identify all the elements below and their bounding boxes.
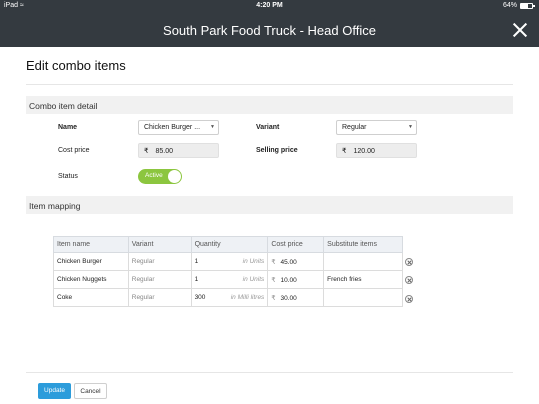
table-header-row: Item name Variant Quantity Cost price Su… <box>53 236 403 253</box>
substitute-cell[interactable] <box>323 252 403 271</box>
divider <box>26 84 513 85</box>
cost-price-cell[interactable]: ₹30.00 <box>267 288 325 307</box>
col-substitute-items: Substitute items <box>323 236 403 253</box>
battery-percent: 64% <box>502 2 517 9</box>
update-button[interactable]: Update <box>38 383 71 399</box>
item-mapping-header: Item mapping <box>26 196 513 214</box>
variant-select[interactable]: Regular ▼ <box>336 120 417 135</box>
quantity-unit: in Units <box>242 258 265 265</box>
item-name-cell: Coke <box>53 288 129 307</box>
substitute-cell[interactable]: French fries <box>323 270 403 289</box>
cost-price-label: Cost price <box>58 147 90 154</box>
status-toggle[interactable]: Active <box>138 169 182 184</box>
combo-detail-header: Combo item detail <box>26 96 513 114</box>
substitute-cell[interactable] <box>323 288 403 307</box>
status-bar: iPad ≈ 4:20 PM 64% <box>0 0 539 13</box>
nav-bar: South Park Food Truck - Head Office <box>0 13 539 47</box>
table-row: Chicken Burger Regular 1 in Units ₹45.00 <box>53 252 403 271</box>
remove-row-icon[interactable] <box>405 276 413 284</box>
variant-label: Variant <box>256 124 280 131</box>
rupee-icon: ₹ <box>144 148 149 155</box>
battery-status: 64% <box>502 2 535 9</box>
rupee-icon: ₹ <box>271 276 276 284</box>
quantity-cell[interactable]: 300 in Milli litres <box>190 288 269 307</box>
col-quantity: Quantity <box>190 236 269 253</box>
quantity-cell[interactable]: 1 in Units <box>190 270 269 289</box>
nav-title: South Park Food Truck - Head Office <box>163 23 376 38</box>
quantity-value: 300 <box>194 294 206 301</box>
rupee-icon: ₹ <box>271 294 276 302</box>
quantity-unit: in Milli litres <box>230 294 265 301</box>
close-icon[interactable] <box>511 21 529 39</box>
col-variant: Variant <box>127 236 192 253</box>
cost-value: 10.00 <box>280 276 297 284</box>
item-mapping-table: Item name Variant Quantity Cost price Su… <box>53 236 403 307</box>
name-select[interactable]: Chicken Burger ... ▼ <box>138 120 219 135</box>
variant-cell[interactable]: Regular <box>127 288 192 307</box>
variant-cell[interactable]: Regular <box>127 270 192 289</box>
item-name-cell: Chicken Burger <box>53 252 129 271</box>
cancel-button[interactable]: Cancel <box>74 383 107 399</box>
toggle-knob <box>168 170 181 183</box>
status-toggle-label: Active <box>145 172 163 179</box>
clock: 4:20 PM <box>256 2 283 9</box>
cost-price-cell[interactable]: ₹45.00 <box>267 252 325 271</box>
remove-row-icon[interactable] <box>405 295 413 303</box>
selling-price-field: ₹120.00 <box>336 143 417 158</box>
quantity-value: 1 <box>194 276 199 283</box>
cost-price-value: 85.00 <box>155 148 173 155</box>
rupee-icon: ₹ <box>342 148 347 155</box>
table-row: Chicken Nuggets Regular 1 in Units ₹10.00… <box>53 270 403 289</box>
quantity-cell[interactable]: 1 in Units <box>190 252 269 271</box>
page-title: Edit combo items <box>26 58 126 73</box>
quantity-unit: in Units <box>242 276 265 283</box>
rupee-icon: ₹ <box>271 258 276 266</box>
variant-select-value: Regular <box>342 124 367 131</box>
cost-price-field: ₹85.00 <box>138 143 219 158</box>
name-label: Name <box>58 124 78 131</box>
selling-price-value: 120.00 <box>353 148 375 155</box>
divider <box>26 372 513 373</box>
selling-price-label: Selling price <box>256 147 298 154</box>
item-name-cell: Chicken Nuggets <box>53 270 129 289</box>
status-label: Status <box>58 173 78 180</box>
battery-icon <box>520 2 535 9</box>
cost-value: 45.00 <box>280 258 297 266</box>
variant-cell[interactable]: Regular <box>127 252 192 271</box>
remove-row-icon[interactable] <box>405 258 413 266</box>
name-select-value: Chicken Burger ... <box>144 124 201 131</box>
cost-value: 30.00 <box>280 294 297 302</box>
caret-down-icon: ▼ <box>408 124 413 130</box>
col-item-name: Item name <box>53 236 129 253</box>
quantity-value: 1 <box>194 258 199 265</box>
cost-price-cell[interactable]: ₹10.00 <box>267 270 325 289</box>
col-cost-price: Cost price <box>267 236 325 253</box>
table-row: Coke Regular 300 in Milli litres ₹30.00 <box>53 288 403 307</box>
caret-down-icon: ▼ <box>210 124 215 130</box>
